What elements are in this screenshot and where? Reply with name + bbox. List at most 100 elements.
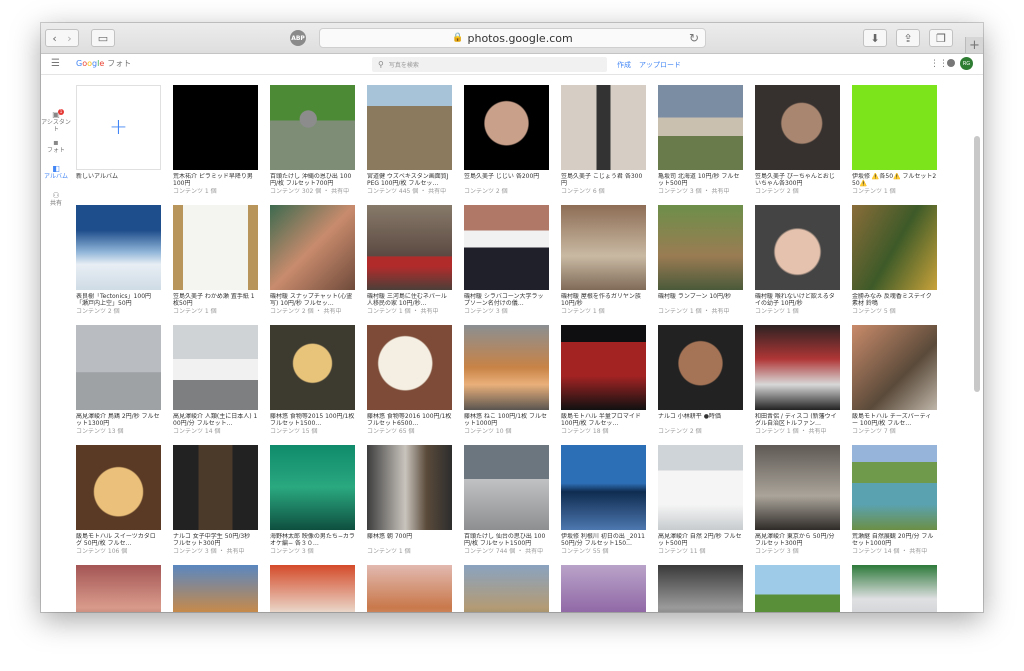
album-title[interactable]: 伊坂修 ⚠️各50⚠️ フルセット250⚠️	[852, 173, 937, 188]
album-title[interactable]: 磯村暖 喉れないけど飲えるタイの幼子 10円/秒	[755, 293, 840, 308]
album-cover[interactable]	[76, 205, 161, 290]
album-tile[interactable]	[755, 565, 840, 612]
album-tile[interactable]: ナルコ 女子中学生 50円/3秒 フルセット300円 コンテンツ 3 個 ・ 共有…	[173, 445, 258, 555]
album-tile[interactable]: 金勝みなみ 反魂香ミステイク素材 鈴鳴 コンテンツ 5 個	[852, 205, 937, 315]
album-cover[interactable]	[76, 565, 161, 612]
album-cover[interactable]	[270, 85, 355, 170]
album-title[interactable]: 飯島モトハル スイーツカタログ 50円/枚 フルセ…	[76, 533, 161, 548]
album-tile[interactable]: 笠島久美子 じじい 各200円 コンテンツ 2 個	[464, 85, 549, 195]
album-cover[interactable]	[755, 565, 840, 612]
album-cover[interactable]	[367, 85, 452, 170]
album-cover[interactable]	[561, 85, 646, 170]
album-title[interactable]: 笠島久美子 わかめ瀬 置手紙 1枚50円	[173, 293, 258, 308]
album-cover[interactable]	[173, 205, 258, 290]
album-cover[interactable]	[173, 565, 258, 612]
album-tile[interactable]: 藤林悠 朝 700円 コンテンツ 1 個	[367, 445, 452, 555]
album-tile[interactable]: ナルコ 小林耕平 ●時価 コンテンツ 2 個	[658, 325, 743, 435]
nav-item-albums[interactable]: ◧ アルバム	[41, 165, 71, 181]
album-tile[interactable]: 藤林悠 食物等2016 100円/1枚 フルセット6500… コンテンツ 65 個	[367, 325, 452, 435]
album-tile[interactable]: 百頭たけし 仙台の思ひ出 100円/枚 フルセット1500円 コンテンツ 744 …	[464, 445, 549, 555]
album-title[interactable]: 亀坂司 北海道 10円/秒 フルセット500円	[658, 173, 743, 188]
album-title[interactable]: 百頭たけし 仙台の思ひ出 100円/枚 フルセット1500円	[464, 533, 549, 548]
album-tile[interactable]: 高見澤峻介 東京から 50円/分 フルセット300円 コンテンツ 3 個	[755, 445, 840, 555]
album-cover[interactable]	[270, 445, 355, 530]
album-tile[interactable]: 磯村暖 スナップチャット(心霊写) 10円/秒 フルセッ… コンテンツ 2 個 ・…	[270, 205, 355, 315]
share-button[interactable]: ⇪	[896, 29, 920, 47]
album-tile[interactable]: 宮道健 ウズベキスタン画面質JPEG 100円/枚 フルセッ… コンテンツ 445…	[367, 85, 452, 195]
album-tile[interactable]: 飯島モトハル 半量ブロマイド 100円/枚 フルセッ… コンテンツ 18 個	[561, 325, 646, 435]
album-cover[interactable]	[464, 85, 549, 170]
downloads-button[interactable]: ⬇	[863, 29, 887, 47]
album-tile[interactable]: 磯村暖 シラバコーン大学ラップソーン名付けの儀… コンテンツ 3 個	[464, 205, 549, 315]
album-cover[interactable]	[852, 205, 937, 290]
album-tile[interactable]	[367, 565, 452, 612]
album-cover[interactable]	[755, 445, 840, 530]
nav-item-assistant[interactable]: ▣ 1 アシスタント	[41, 109, 71, 133]
album-tile[interactable]: 笠島久美子 ぴーちゃんとおじいちゃん各300円 コンテンツ 2 個	[755, 85, 840, 195]
album-tile[interactable]: 磯村暖 ランブーン 10円/秒 コンテンツ 1 個 ・ 共有中	[658, 205, 743, 315]
hamburger-menu-icon[interactable]: ☰	[51, 58, 60, 69]
album-cover[interactable]	[464, 565, 549, 612]
album-tile[interactable]: 笠島久美子 こじょう君 各300円 コンテンツ 6 個	[561, 85, 646, 195]
album-cover[interactable]	[755, 85, 840, 170]
album-title[interactable]: 藤林悠 朝 700円	[367, 533, 452, 548]
album-cover[interactable]	[658, 565, 743, 612]
album-cover[interactable]	[464, 325, 549, 410]
album-title[interactable]: 藤林悠 食物等2016 100円/1枚 フルセット6500…	[367, 413, 452, 428]
album-title[interactable]: 磯村暖 屋根を作るガリヤン族 10円/秒	[561, 293, 646, 308]
album-cover[interactable]	[173, 85, 258, 170]
album-title[interactable]: ナルコ 女子中学生 50円/3秒 フルセット300円	[173, 533, 258, 548]
album-title[interactable]: ナルコ 小林耕平 ●時価	[658, 413, 743, 428]
album-cover[interactable]	[852, 445, 937, 530]
album-title[interactable]: 飯島モトハル チーズパーティー 100円/枚 フルセ…	[852, 413, 937, 428]
album-cover[interactable]	[367, 205, 452, 290]
album-cover[interactable]	[76, 445, 161, 530]
album-cover[interactable]	[561, 445, 646, 530]
avatar[interactable]: RG	[960, 57, 973, 70]
album-title[interactable]: 磯村暖 三河島に住むネパール人移民の家 10円/秒…	[367, 293, 452, 308]
album-title[interactable]: 藤林悠 食物等2015 100円/1枚 フルセット1500…	[270, 413, 355, 428]
album-cover[interactable]	[658, 325, 743, 410]
album-cover[interactable]	[755, 325, 840, 410]
album-title[interactable]: 高見澤峻介 自然 2円/秒 フルセット500円	[658, 533, 743, 548]
album-title[interactable]: 笠島久美子 こじょう君 各300円	[561, 173, 646, 188]
address-bar[interactable]: 🔒 photos.google.com ↻	[319, 28, 706, 48]
album-tile[interactable]: 高見澤峻介 自然 2円/秒 フルセット500円 コンテンツ 11 個	[658, 445, 743, 555]
album-tile[interactable]: 和田晋侶 / ディスコ (新藩ウイグル自治区トルファン… コンテンツ 1 個 ・ …	[755, 325, 840, 435]
album-cover[interactable]	[76, 325, 161, 410]
album-cover[interactable]	[270, 325, 355, 410]
album-tile[interactable]: 飯島モトハル スイーツカタログ 50円/枚 フルセ… コンテンツ 106 個	[76, 445, 161, 555]
album-title[interactable]: 高見澤峻介 鳥鶏 2円/秒 フルセット1300円	[76, 413, 161, 428]
create-link[interactable]: 作成	[617, 60, 631, 70]
album-tile[interactable]: 磯村暖 喉れないけど飲えるタイの幼子 10円/秒 コンテンツ 1 個	[755, 205, 840, 315]
album-tile[interactable]: 高見澤峻介 人類(主に日本人) 100円/分 フルセット… コンテンツ 14 個	[173, 325, 258, 435]
album-cover[interactable]	[561, 325, 646, 410]
album-tile[interactable]	[270, 565, 355, 612]
album-title[interactable]: 海野林太郎 映像の男たち−カラオケ編− 各３０…	[270, 533, 355, 548]
album-title[interactable]: 伊坂修 利根川 初日の出 _2011 50円/分 フルセット150…	[561, 533, 646, 548]
album-tile[interactable]	[76, 565, 161, 612]
notifications-icon[interactable]	[947, 59, 955, 67]
album-tile[interactable]	[658, 565, 743, 612]
album-title[interactable]: 藤林悠 ねこ 100円/1枚 フルセット1000円	[464, 413, 549, 428]
album-cover[interactable]	[658, 445, 743, 530]
album-cover[interactable]	[755, 205, 840, 290]
forward-icon[interactable]: ›	[67, 32, 71, 45]
album-title[interactable]: 荒木祐介 ピラミッド早降り男 100円	[173, 173, 258, 188]
album-tile[interactable]: 藤林悠 ねこ 100円/1枚 フルセット1000円 コンテンツ 10 個	[464, 325, 549, 435]
album-tile[interactable]: 伊坂修 利根川 初日の出 _2011 50円/分 フルセット150… コンテンツ …	[561, 445, 646, 555]
album-tile[interactable]: 笠島久美子 わかめ瀬 置手紙 1枚50円 コンテンツ 1 個	[173, 205, 258, 315]
apps-grid-icon[interactable]: ⋮⋮	[930, 59, 948, 69]
album-cover[interactable]	[852, 565, 937, 612]
new-tab-button[interactable]: +	[965, 37, 983, 53]
back-forward-buttons[interactable]: ‹ ›	[45, 29, 79, 47]
album-tile[interactable]	[464, 565, 549, 612]
album-cover[interactable]	[464, 445, 549, 530]
new-album-tile[interactable]: + 新しいアルバム	[76, 85, 161, 188]
album-tile[interactable]: 伊坂修 ⚠️各50⚠️ フルセット250⚠️ コンテンツ 1 個	[852, 85, 937, 195]
album-tile[interactable]: 亀坂司 北海道 10円/秒 フルセット500円 コンテンツ 3 個 ・ 共有中	[658, 85, 743, 195]
back-icon[interactable]: ‹	[52, 32, 56, 45]
upload-link[interactable]: アップロード	[639, 60, 681, 70]
album-tile[interactable]	[561, 565, 646, 612]
new-album-button[interactable]: +	[76, 85, 161, 170]
